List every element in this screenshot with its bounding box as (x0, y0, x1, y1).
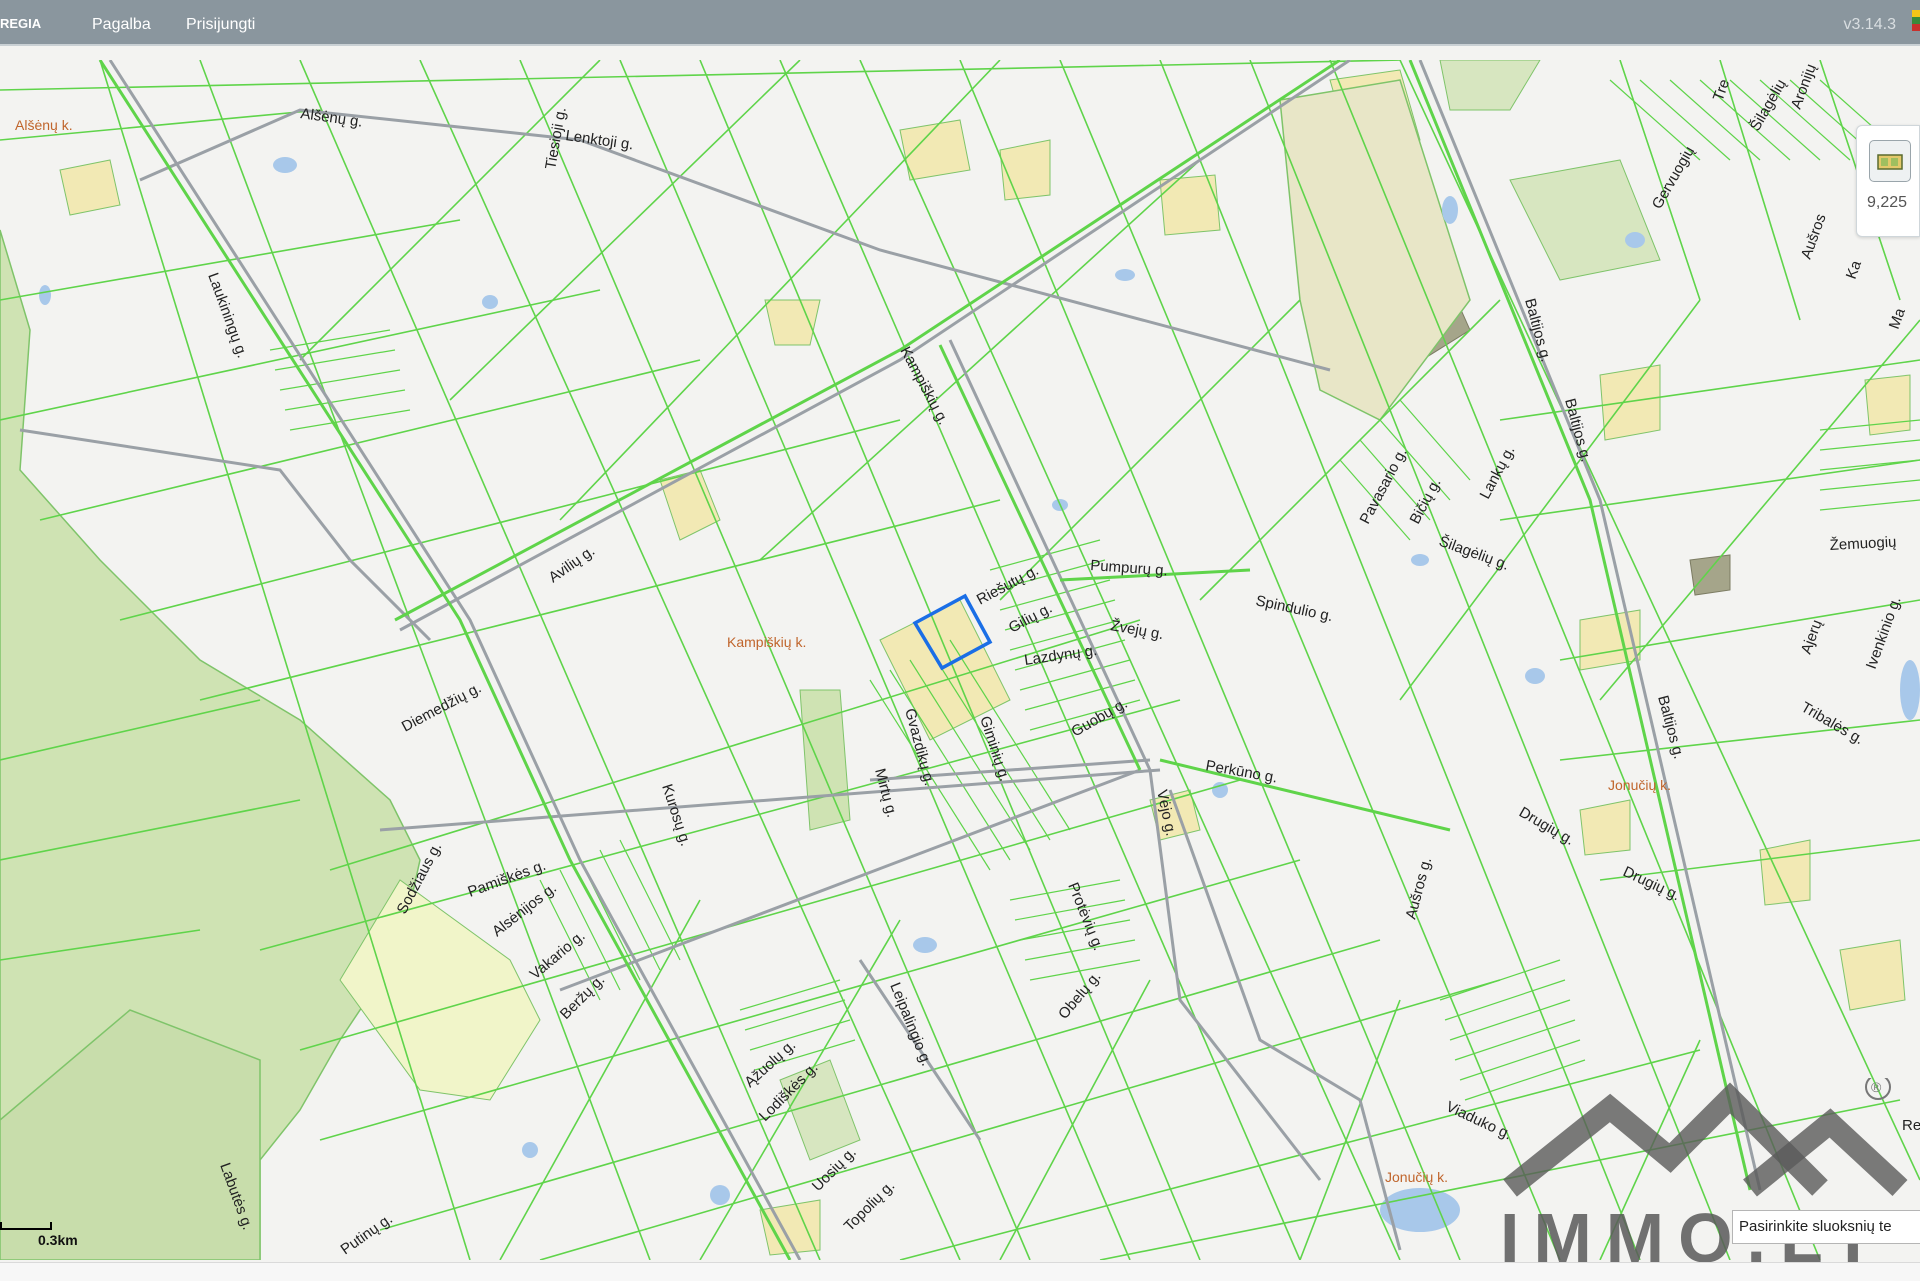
street-label: Aronijų (1788, 62, 1820, 112)
street-label: Žemuogių (1829, 534, 1897, 554)
street-label: Šilagėlių g. (1437, 533, 1512, 574)
village-label: Alšėnų k. (15, 117, 73, 133)
street-label: Gvazdikų g. (901, 707, 938, 788)
menu-login[interactable]: Prisijungti (186, 16, 255, 34)
street-label: Ma (1886, 305, 1909, 331)
layer-selection-hint: Pasirinkite sluoksnių te (1732, 1210, 1920, 1244)
street-label: Pumpurų g. (1090, 557, 1169, 579)
street-label: Gilių g. (1006, 600, 1055, 637)
scale-bar-line (0, 1222, 52, 1230)
street-label: Guobų g. (1069, 695, 1131, 741)
street-label: Mirtų g. (871, 767, 900, 820)
layers-control[interactable]: 9,225 (1856, 125, 1920, 237)
street-label: Topolių g. (841, 1177, 898, 1234)
village-label: Jonučių k. (1608, 777, 1671, 793)
street-label: Ivenkinio g. (1863, 594, 1905, 671)
street-label: Baltijos g. (1521, 297, 1554, 364)
street-label: Avilių g. (546, 542, 599, 586)
street-label: Gervuogių (1649, 144, 1698, 212)
street-label: Riešutų g. (974, 562, 1042, 609)
street-label: Šilagėlių (1747, 76, 1790, 134)
street-label: Spindulio g. (1254, 592, 1334, 625)
layers-icon[interactable] (1869, 140, 1911, 182)
street-label: Putinų g. (338, 1210, 396, 1258)
street-label: Alšėnų g. (299, 105, 363, 131)
village-label: Kampiškių k. (727, 634, 806, 650)
street-label: Protėvių g. (1064, 880, 1107, 953)
street-label: Ajerų (1798, 618, 1826, 657)
street-label: Tre (1710, 77, 1733, 103)
street-label: Tribalės g. (1798, 699, 1867, 748)
village-label: Jonučių k. (1385, 1169, 1448, 1185)
street-label: Lenktoji g. (564, 127, 634, 153)
street-label: Drugių g. (1516, 804, 1577, 849)
street-label: Lazdynų g. (1023, 642, 1098, 669)
street-label: Žvejų g. (1109, 617, 1165, 643)
menu-help[interactable]: Pagalba (92, 16, 151, 34)
status-bar (0, 1262, 1920, 1281)
scale-bar-label: 0.3km (38, 1232, 78, 1248)
top-toolbar: REGIA Pagalba Prisijungti v3.14.3 (0, 0, 1920, 46)
street-label: Kurosų g. (658, 782, 694, 848)
street-label: Pavasario g. (1357, 445, 1411, 527)
street-label: Ka (1843, 258, 1865, 282)
street-label: Uosių g. (809, 1144, 860, 1195)
street-label: Obelų g. (1055, 968, 1104, 1022)
street-label: Kampiškių g. (896, 344, 951, 428)
street-label: Giminių g. (976, 714, 1013, 783)
language-flag-icon[interactable] (1912, 10, 1920, 32)
version-label: v3.14.3 (1843, 16, 1896, 33)
street-label: Aušros (1798, 212, 1830, 262)
street-label: Laukiningų g. (204, 271, 251, 361)
street-label: Leipalingio g. (886, 980, 935, 1068)
street-label: Sodžiaus g. (394, 840, 446, 917)
street-label: Aušros g. (1402, 855, 1435, 921)
layers-count: 9,225 (1867, 194, 1908, 211)
street-label: Baltijos g. (1561, 397, 1594, 464)
registered-mark: ® (1871, 1079, 1882, 1095)
street-label: Drugių g. (1620, 863, 1682, 904)
street-label: Lankų g. (1477, 443, 1519, 502)
street-label: Bičių g. (1407, 475, 1445, 526)
street-label: Labutės g. (216, 1161, 256, 1233)
street-label: Beržų g. (557, 971, 609, 1023)
street-label: Vėjo g. (1153, 788, 1179, 837)
street-label: Vakario g. (527, 927, 589, 983)
street-label: Baltijos g. (1654, 694, 1687, 761)
street-label: Diemedžių g. (399, 679, 484, 735)
app-brand: REGIA (0, 16, 42, 31)
street-label: Perkūno g. (1204, 757, 1278, 786)
